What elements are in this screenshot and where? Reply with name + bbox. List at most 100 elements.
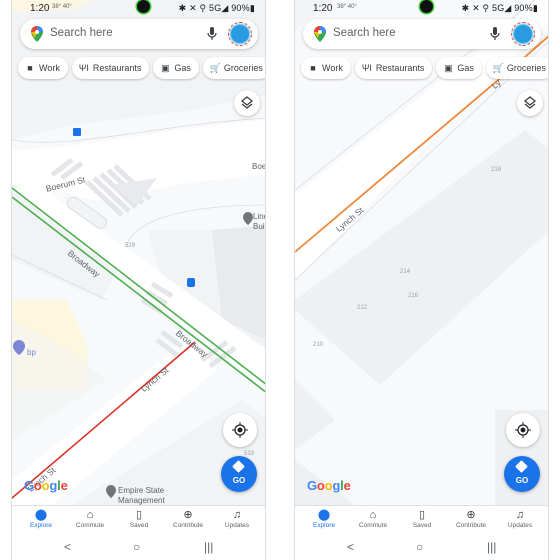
search-bar[interactable]: Search here bbox=[303, 19, 541, 49]
explore-pin-icon: ⬤ bbox=[34, 509, 48, 521]
nav-updates[interactable]: ♫ Updates bbox=[495, 508, 545, 529]
street-label: Boe bbox=[252, 162, 266, 171]
layers-icon bbox=[240, 96, 254, 109]
microphone-icon[interactable] bbox=[489, 26, 501, 42]
chip-restaurants[interactable]: ΨI Restaurants bbox=[71, 57, 150, 79]
home-button[interactable]: ○ bbox=[133, 540, 140, 554]
address-number: 210 bbox=[313, 342, 324, 348]
google-logo: Google bbox=[24, 478, 68, 493]
crosshair-icon bbox=[232, 422, 248, 438]
chip-label: Restaurants bbox=[375, 63, 425, 73]
nav-label: Contribute bbox=[173, 522, 203, 529]
back-button[interactable]: < bbox=[64, 540, 71, 554]
recents-button[interactable]: ||| bbox=[487, 540, 496, 554]
explore-pin-icon: ⬤ bbox=[317, 509, 331, 521]
search-input[interactable]: Search here bbox=[50, 27, 113, 39]
nav-commute[interactable]: ⌂ Commute bbox=[348, 508, 398, 529]
nav-contribute[interactable]: ⊕ Contribute bbox=[446, 508, 496, 529]
nav-explore[interactable]: ⬤ Explore bbox=[299, 508, 349, 529]
cart-icon: 🛒 bbox=[209, 63, 222, 73]
chip-gas[interactable]: ▣ Gas bbox=[436, 57, 482, 79]
chip-label: Restaurants bbox=[92, 63, 142, 73]
search-bar[interactable]: Search here bbox=[20, 19, 258, 49]
nav-updates[interactable]: ♫ Updates bbox=[212, 508, 262, 529]
chip-label: Work bbox=[322, 63, 343, 73]
directions-icon bbox=[515, 460, 528, 473]
chip-gas[interactable]: ▣ Gas bbox=[153, 57, 199, 79]
status-time: 1:20 bbox=[313, 3, 333, 14]
place-pin-icon bbox=[243, 212, 253, 225]
poi-label-empire[interactable]: Management bbox=[118, 496, 165, 505]
chip-label: Gas bbox=[457, 63, 474, 73]
recents-button[interactable]: ||| bbox=[204, 540, 213, 554]
status-bar: 1:20 38° 40° ✱ ✕ ⚲ 5G◢ 90%▮ bbox=[295, 0, 548, 16]
go-button[interactable]: GO bbox=[504, 456, 540, 492]
category-chips: ■ Work ΨI Restaurants ▣ Gas 🛒 Groceries bbox=[301, 57, 548, 79]
nav-explore[interactable]: ⬤ Explore bbox=[16, 508, 66, 529]
nav-saved[interactable]: ▯ Saved bbox=[114, 508, 164, 529]
wheelchair-icon bbox=[73, 128, 81, 136]
layers-button[interactable] bbox=[517, 90, 543, 116]
poi-label-lincoln[interactable]: Buil bbox=[253, 222, 265, 231]
nav-commute[interactable]: ⌂ Commute bbox=[65, 508, 115, 529]
map-block bbox=[295, 380, 335, 450]
account-avatar[interactable] bbox=[228, 22, 252, 46]
chip-groceries[interactable]: 🛒 Groceries bbox=[485, 57, 548, 79]
commute-icon: ⌂ bbox=[369, 509, 377, 521]
category-chips: ■ Work ΨI Restaurants ▣ Gas 🛒 Groceries bbox=[18, 57, 265, 79]
address-number: 533 bbox=[244, 451, 255, 457]
status-icons: ✱ ✕ ⚲ 5G◢ 90%▮ bbox=[461, 3, 538, 13]
google-maps-pin-icon bbox=[314, 26, 326, 42]
add-circle-icon: ⊕ bbox=[183, 509, 193, 521]
microphone-icon[interactable] bbox=[206, 26, 218, 42]
back-button[interactable]: < bbox=[347, 540, 354, 554]
nav-label: Updates bbox=[507, 522, 533, 529]
poi-label-bp[interactable]: bp bbox=[27, 348, 36, 357]
google-logo: Google bbox=[307, 478, 351, 493]
chip-label: Groceries bbox=[506, 63, 546, 73]
chip-label: Gas bbox=[174, 63, 191, 73]
add-circle-icon: ⊕ bbox=[466, 509, 476, 521]
status-time: 1:20 bbox=[30, 3, 50, 14]
gas-icon: ▣ bbox=[444, 63, 453, 73]
chip-groceries[interactable]: 🛒 Groceries bbox=[202, 57, 265, 79]
nav-saved[interactable]: ▯ Saved bbox=[397, 508, 447, 529]
nav-label: Updates bbox=[224, 522, 250, 529]
layers-button[interactable] bbox=[234, 90, 260, 116]
camera-cutout bbox=[137, 0, 150, 13]
chip-restaurants[interactable]: ΨI Restaurants bbox=[354, 57, 433, 79]
home-button[interactable]: ○ bbox=[416, 540, 423, 554]
briefcase-icon: ■ bbox=[27, 63, 33, 73]
bell-icon: ♫ bbox=[232, 509, 242, 521]
nav-label: Explore bbox=[312, 522, 336, 529]
nav-contribute[interactable]: ⊕ Contribute bbox=[163, 508, 213, 529]
chip-label: Work bbox=[39, 63, 60, 73]
address-number: 214 bbox=[400, 269, 411, 275]
chip-work[interactable]: ■ Work bbox=[301, 57, 351, 79]
phone-screen-right: Lynch St Ly 218 214 216 212 210 1:20 38°… bbox=[294, 0, 549, 560]
account-avatar[interactable] bbox=[511, 22, 535, 46]
go-label: GO bbox=[515, 476, 529, 485]
my-location-button[interactable] bbox=[506, 413, 540, 447]
system-navigation-bar: < ○ ||| bbox=[295, 535, 548, 560]
chip-work[interactable]: ■ Work bbox=[18, 57, 68, 79]
bookmark-icon: ▯ bbox=[418, 509, 426, 521]
bottom-navigation: ⬤ Explore ⌂ Commute ▯ Saved ⊕ Contribute ♫ Up… bbox=[295, 505, 548, 536]
system-navigation-bar: < ○ ||| bbox=[12, 535, 265, 560]
my-location-button[interactable] bbox=[223, 413, 257, 447]
bookmark-icon: ▯ bbox=[135, 509, 143, 521]
go-button[interactable]: GO bbox=[221, 456, 257, 492]
status-bar: 1:20 38° 40° ✱ ✕ ⚲ 5G◢ 90%▮ bbox=[12, 0, 265, 16]
address-number: 529 bbox=[125, 243, 136, 249]
bottom-navigation: ⬤ Explore ⌂ Commute ▯ Saved ⊕ Contribute ♫ Up… bbox=[12, 505, 265, 536]
address-number: 216 bbox=[408, 293, 419, 299]
camera-cutout bbox=[420, 0, 433, 13]
nav-label: Commute bbox=[75, 522, 105, 529]
bus-stop-icon bbox=[187, 278, 195, 287]
restaurant-icon: ΨI bbox=[78, 63, 89, 73]
status-icons: ✱ ✕ ⚲ 5G◢ 90%▮ bbox=[178, 3, 255, 13]
poi-label-lincoln[interactable]: Linc bbox=[253, 212, 265, 221]
search-input[interactable]: Search here bbox=[333, 27, 396, 39]
gas-icon: ▣ bbox=[161, 63, 170, 73]
poi-label-empire[interactable]: Empire State bbox=[118, 486, 164, 495]
